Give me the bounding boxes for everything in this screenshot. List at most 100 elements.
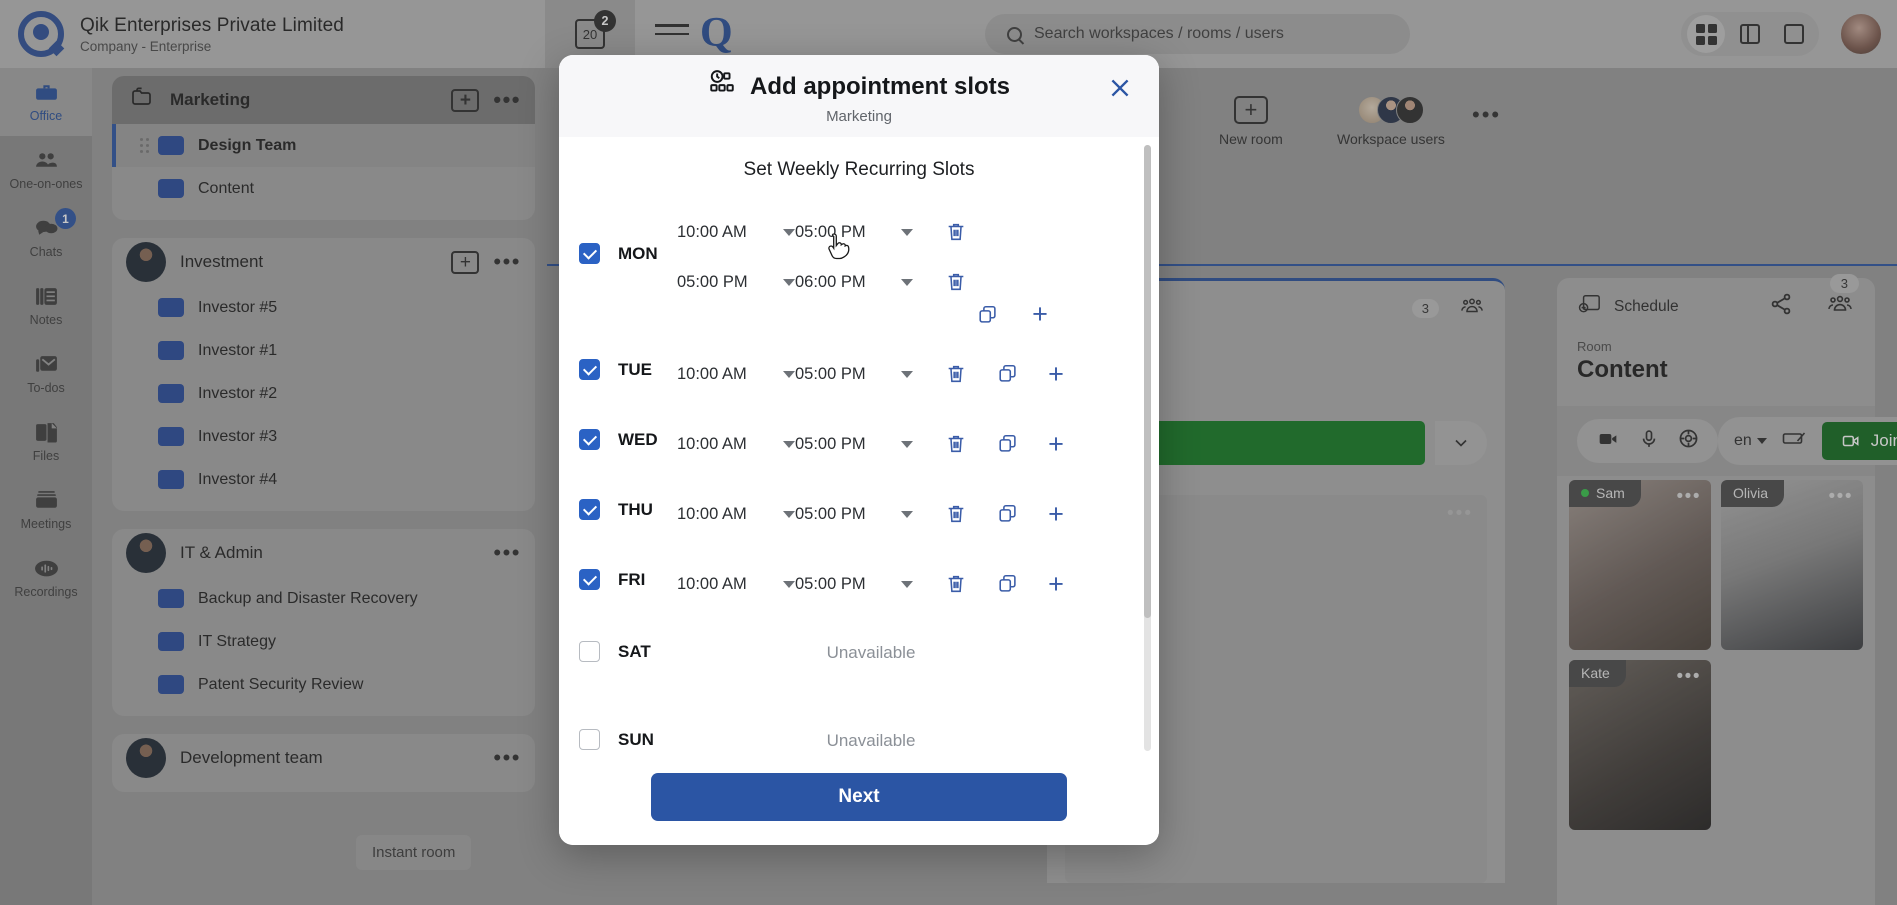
delete-slot-button[interactable]: [939, 271, 973, 293]
slot-row: 05:00 PM 06:00 PM: [677, 257, 1125, 307]
chevron-down-icon: [901, 228, 913, 236]
day-row-tue: TUE 10:00 AM 05:00 PM +: [559, 349, 1159, 399]
day-row-fri: FRI 10:00 AM 05:00 PM +: [559, 559, 1159, 609]
end-time-value: 06:00 PM: [795, 272, 866, 291]
dialog-title-row: Add appointment slots: [559, 69, 1159, 104]
slots-wed: 10:00 AM 05:00 PM +: [677, 419, 1125, 469]
day-row-sun: SUN Unavailable: [559, 719, 1159, 751]
appointment-slots-icon: [708, 69, 736, 104]
chevron-down-icon: [901, 370, 913, 378]
chevron-down-icon: [783, 510, 795, 518]
unavailable-label-sat: Unavailable: [826, 643, 916, 662]
day-cell-sat: SAT: [579, 631, 677, 662]
end-time-select[interactable]: 05:00 PM: [795, 575, 913, 594]
delete-slot-button[interactable]: [939, 363, 973, 385]
dialog-title: Add appointment slots: [750, 72, 1010, 100]
add-slot-button[interactable]: +: [1023, 299, 1057, 330]
day-checkbox-thu[interactable]: [579, 499, 600, 520]
start-time-select[interactable]: 10:00 AM: [677, 435, 795, 454]
slot-row: 10:00 AM 05:00 PM: [677, 207, 1125, 257]
day-checkbox-fri[interactable]: [579, 569, 600, 590]
day-row-wed: WED 10:00 AM 05:00 PM +: [559, 419, 1159, 469]
copy-slot-button[interactable]: [991, 503, 1025, 525]
end-time-value: 05:00 PM: [795, 364, 866, 383]
dialog-body: Set Weekly Recurring Slots MON 10:00 AM …: [559, 137, 1159, 759]
day-checkbox-sun[interactable]: [579, 729, 600, 750]
day-checkbox-sat[interactable]: [579, 641, 600, 662]
mon-slot-actions: +: [971, 299, 1057, 330]
day-cell-thu: THU: [579, 489, 677, 520]
add-appointment-slots-dialog: Add appointment slots Marketing Set Week…: [559, 55, 1159, 845]
day-label-mon: MON: [618, 243, 658, 263]
slots-fri: 10:00 AM 05:00 PM +: [677, 559, 1125, 609]
section-title: Set Weekly Recurring Slots: [743, 159, 975, 180]
chevron-down-icon: [783, 580, 795, 588]
chevron-down-icon: [901, 440, 913, 448]
day-label-sat: SAT: [618, 641, 651, 661]
start-time-value: 10:00 AM: [677, 222, 747, 241]
app-root: Qik Enterprises Private Limited Company …: [0, 0, 1897, 905]
next-button[interactable]: Next: [651, 773, 1067, 821]
copy-slot-button[interactable]: [991, 433, 1025, 455]
copy-slot-button[interactable]: [991, 363, 1025, 385]
copy-slot-button[interactable]: [971, 304, 1005, 326]
day-label-sun: SUN: [618, 729, 654, 749]
start-time-value: 10:00 AM: [677, 574, 747, 593]
start-time-value: 05:00 PM: [677, 272, 748, 291]
add-slot-button[interactable]: +: [1039, 570, 1073, 598]
day-cell-mon: MON: [579, 207, 677, 264]
day-checkbox-wed[interactable]: [579, 429, 600, 450]
slot-row: 10:00 AM 05:00 PM +: [677, 489, 1125, 539]
start-time-select[interactable]: 10:00 AM: [677, 223, 795, 242]
day-cell-wed: WED: [579, 419, 677, 450]
start-time-select[interactable]: 10:00 AM: [677, 365, 795, 384]
delete-slot-button[interactable]: [939, 503, 973, 525]
day-label-tue: TUE: [618, 359, 652, 379]
dialog-scrollbar[interactable]: [1144, 145, 1151, 751]
delete-slot-button[interactable]: [939, 573, 973, 595]
day-row-thu: THU 10:00 AM 05:00 PM +: [559, 489, 1159, 539]
chevron-down-icon: [783, 228, 795, 236]
end-time-select[interactable]: 05:00 PM: [795, 365, 913, 384]
end-time-select[interactable]: 05:00 PM: [795, 505, 913, 524]
start-time-select[interactable]: 05:00 PM: [677, 273, 795, 292]
end-time-value: 05:00 PM: [795, 574, 866, 593]
start-time-value: 10:00 AM: [677, 364, 747, 383]
end-time-value: 05:00 PM: [795, 434, 866, 453]
delete-slot-button[interactable]: [939, 433, 973, 455]
start-time-value: 10:00 AM: [677, 504, 747, 523]
chevron-down-icon: [783, 440, 795, 448]
day-checkbox-mon[interactable]: [579, 243, 600, 264]
unavailable-label-sun: Unavailable: [826, 731, 916, 750]
delete-slot-button[interactable]: [939, 221, 973, 243]
dialog-footer: Next: [559, 759, 1159, 845]
day-cell-tue: TUE: [579, 349, 677, 380]
day-label-thu: THU: [618, 499, 653, 519]
slot-row: 10:00 AM 05:00 PM +: [677, 349, 1125, 399]
day-checkbox-tue[interactable]: [579, 359, 600, 380]
add-slot-button[interactable]: +: [1039, 500, 1073, 528]
start-time-select[interactable]: 10:00 AM: [677, 505, 795, 524]
chevron-down-icon: [783, 370, 795, 378]
day-label-wed: WED: [618, 429, 658, 449]
end-time-select[interactable]: 05:00 PM: [795, 435, 913, 454]
dialog-subtitle: Marketing: [826, 108, 892, 125]
day-row-sat: SAT Unavailable: [559, 631, 1159, 663]
slot-row: 10:00 AM 05:00 PM +: [677, 419, 1125, 469]
add-slot-button[interactable]: +: [1039, 360, 1073, 388]
slot-row: 10:00 AM 05:00 PM +: [677, 559, 1125, 609]
slots-tue: 10:00 AM 05:00 PM +: [677, 349, 1125, 399]
add-slot-button[interactable]: +: [1039, 430, 1073, 458]
end-time-select[interactable]: 06:00 PM: [795, 273, 913, 292]
scrollbar-thumb[interactable]: [1144, 145, 1151, 618]
close-icon[interactable]: [1107, 75, 1133, 101]
day-label-fri: FRI: [618, 569, 646, 589]
chevron-down-icon: [901, 278, 913, 286]
chevron-down-icon: [783, 278, 795, 286]
mouse-cursor: [826, 232, 856, 266]
slots-thu: 10:00 AM 05:00 PM +: [677, 489, 1125, 539]
start-time-value: 10:00 AM: [677, 434, 747, 453]
chevron-down-icon: [901, 510, 913, 518]
start-time-select[interactable]: 10:00 AM: [677, 575, 795, 594]
copy-slot-button[interactable]: [991, 573, 1025, 595]
